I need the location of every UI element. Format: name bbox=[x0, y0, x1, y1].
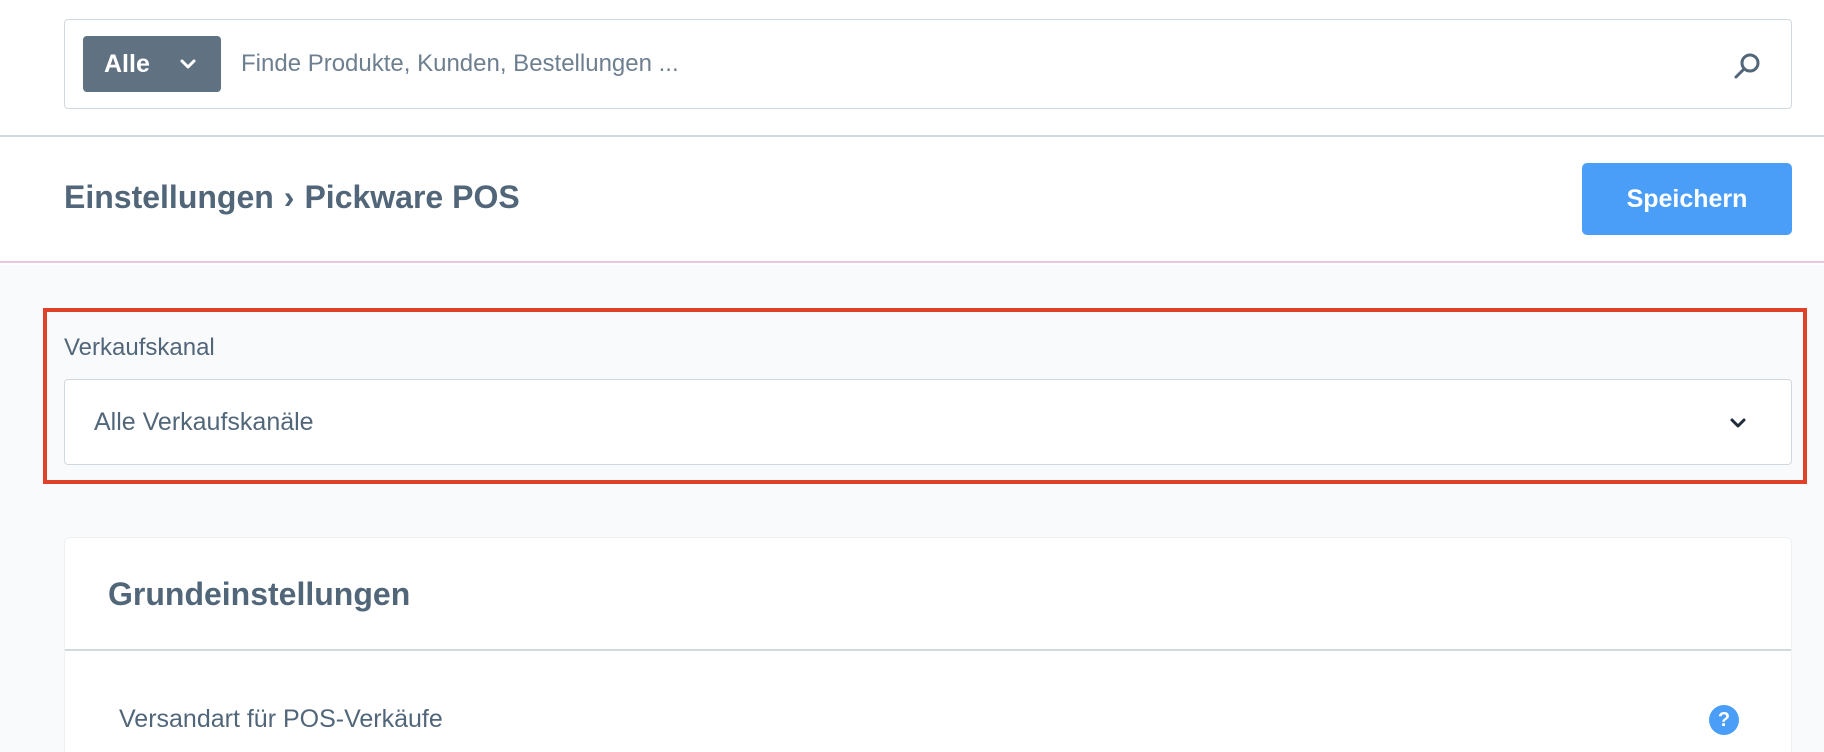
basic-settings-card: Grundeinstellungen Versandart für POS-Ve… bbox=[64, 537, 1792, 752]
page-header: Einstellungen › Pickware POS Speichern bbox=[0, 139, 1824, 263]
chevron-down-icon bbox=[180, 59, 196, 69]
sales-channel-value: Alle Verkaufskanäle bbox=[94, 408, 314, 436]
card-divider bbox=[65, 649, 1791, 651]
search-type-label: Alle bbox=[104, 49, 150, 78]
chevron-down-icon bbox=[1730, 418, 1746, 428]
search-box: Alle bbox=[64, 19, 1792, 109]
save-button[interactable]: Speichern bbox=[1582, 163, 1792, 235]
sales-channel-select[interactable]: Alle Verkaufskanäle bbox=[64, 379, 1792, 465]
main-content: Verkaufskanal Alle Verkaufskanäle Grunde… bbox=[0, 265, 1824, 752]
breadcrumb-parent[interactable]: Einstellungen bbox=[64, 179, 274, 215]
shipping-method-label: Versandart für POS-Verkäufe bbox=[119, 705, 443, 733]
search-icon[interactable] bbox=[1731, 50, 1763, 82]
breadcrumb-separator: › bbox=[283, 179, 295, 215]
search-type-dropdown[interactable]: Alle bbox=[83, 36, 221, 92]
help-icon[interactable]: ? bbox=[1709, 705, 1739, 735]
breadcrumb-current: Pickware POS bbox=[304, 179, 520, 215]
breadcrumb: Einstellungen › Pickware POS bbox=[64, 179, 520, 216]
sales-channel-label: Verkaufskanal bbox=[64, 334, 215, 361]
card-title: Grundeinstellungen bbox=[108, 576, 411, 612]
global-search-bar: Alle bbox=[0, 0, 1824, 137]
search-input[interactable] bbox=[241, 36, 1641, 92]
